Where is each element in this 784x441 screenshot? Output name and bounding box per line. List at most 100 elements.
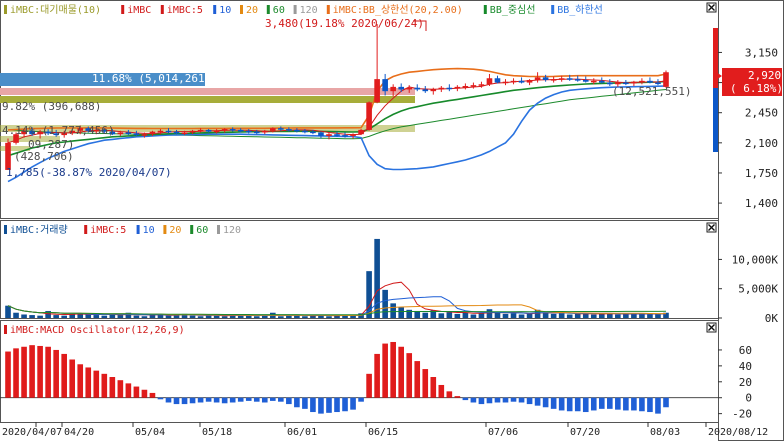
macd-bar — [310, 397, 316, 413]
volume-legend-label: 120 — [223, 225, 241, 236]
macd-bar — [117, 380, 124, 398]
macd-bar — [607, 397, 613, 409]
macd-bar — [590, 397, 597, 411]
volume-tick-label: 5,000K — [738, 283, 778, 296]
macd-bar — [29, 345, 35, 398]
volume-bar — [221, 316, 228, 318]
price-legend-label: iMBC — [127, 5, 151, 16]
macd-bar — [446, 391, 453, 398]
close-button-macd[interactable] — [706, 322, 717, 333]
volume-legend-label: 60 — [196, 225, 208, 236]
candle — [542, 77, 549, 80]
macd-bar — [663, 397, 669, 408]
macd-bar — [623, 397, 629, 411]
macd-bar — [631, 397, 637, 411]
candle — [422, 89, 429, 92]
price-tick-label: 1,750 — [745, 167, 778, 180]
volume-bar — [422, 312, 429, 318]
volume-bar — [189, 315, 196, 318]
candle — [350, 134, 356, 136]
macd-bar — [173, 397, 180, 405]
price-legend-marker — [4, 5, 7, 14]
volume-bar — [53, 315, 59, 318]
macd-bar — [639, 397, 645, 412]
volume-tick-label: 10,000K — [732, 253, 779, 266]
macd-bar — [438, 384, 445, 398]
macd-bar — [245, 397, 252, 401]
macd-bar — [647, 397, 653, 413]
price-legend-label: 20 — [246, 5, 258, 16]
volume-bar — [566, 314, 573, 318]
volume-bar — [326, 316, 332, 318]
macd-bar — [406, 353, 413, 398]
candle — [173, 131, 180, 134]
x-tick-label: 06/15 — [368, 427, 398, 438]
candle — [598, 80, 605, 83]
macd-tick-label: 0 — [745, 392, 752, 405]
volume-legend-marker — [163, 225, 167, 234]
candle — [269, 128, 276, 131]
stock-chart-window: 3,1502,8002,4502,1001,7501,40010,000K5,0… — [0, 0, 784, 441]
candle — [470, 85, 477, 87]
macd-bar — [342, 397, 348, 412]
price-tick-label: 1,400 — [745, 197, 778, 210]
supply-label-6: (428,706) — [14, 150, 74, 163]
price-legend-marker — [160, 5, 164, 14]
candle — [141, 134, 148, 136]
macd-tick-label: -20 — [732, 408, 752, 421]
macd-bar — [494, 397, 501, 403]
price-legend-label: 10 — [219, 5, 231, 16]
volume-bar — [446, 312, 453, 318]
macd-bar — [366, 373, 372, 398]
candle — [374, 79, 380, 103]
candle — [334, 134, 340, 136]
price-legend-label: iMBC:대기매물(10) — [10, 4, 101, 16]
candle — [294, 129, 300, 132]
price-legend-label: BB_중심선 — [490, 4, 536, 16]
candle — [189, 130, 196, 133]
macd-bar — [181, 397, 188, 405]
macd-bar — [229, 397, 236, 403]
annotation-high: 3,480(19.18% 2020/06/24) — [265, 17, 424, 30]
x-tick-label: 07/20 — [570, 427, 600, 438]
x-tick-label: 05/18 — [202, 427, 232, 438]
x-tick-label: 2020/04/07 — [2, 427, 62, 438]
volume-bar — [69, 314, 76, 318]
volume-bar — [598, 313, 605, 318]
volume-bar — [21, 314, 27, 318]
macd-bar — [133, 386, 140, 398]
stock-chart-svg: 3,1502,8002,4502,1001,7501,40010,000K5,0… — [0, 0, 784, 441]
supply-bar-highlight — [0, 88, 415, 95]
price-legend-marker — [213, 5, 217, 14]
x-tick-label: 08/03 — [650, 427, 680, 438]
volume-bar — [133, 315, 140, 318]
candle — [310, 131, 316, 134]
macd-bar — [414, 361, 421, 398]
close-button-price[interactable] — [706, 2, 717, 13]
annotation-low: 1,785(-38.87% 2020/04/07) — [6, 166, 172, 179]
volume-bar — [623, 313, 629, 318]
price-legend-marker — [551, 5, 555, 14]
candle — [398, 86, 405, 90]
candle — [639, 80, 645, 83]
macd-bar — [13, 348, 19, 398]
candle — [582, 79, 589, 82]
macd-bar — [141, 389, 148, 398]
candle — [181, 132, 188, 134]
price-legend-marker — [326, 5, 330, 14]
macd-bar — [286, 397, 292, 405]
price-legend-label: 60 — [273, 5, 285, 16]
candle — [197, 129, 204, 132]
macd-bar — [45, 346, 51, 398]
volume-bar — [141, 316, 148, 318]
candle — [454, 86, 461, 89]
candle — [117, 132, 124, 135]
volume-legend-label: iMBC:거래량 — [10, 224, 68, 236]
macd-bar — [574, 397, 581, 412]
volume-bar — [478, 313, 485, 318]
volume-bar — [29, 315, 35, 318]
macd-legend-label: iMBC:MACD Oscillator(12,26,9) — [10, 325, 185, 336]
volume-bar — [558, 313, 565, 318]
macd-bar — [615, 397, 621, 410]
close-button-volume[interactable] — [706, 222, 717, 233]
